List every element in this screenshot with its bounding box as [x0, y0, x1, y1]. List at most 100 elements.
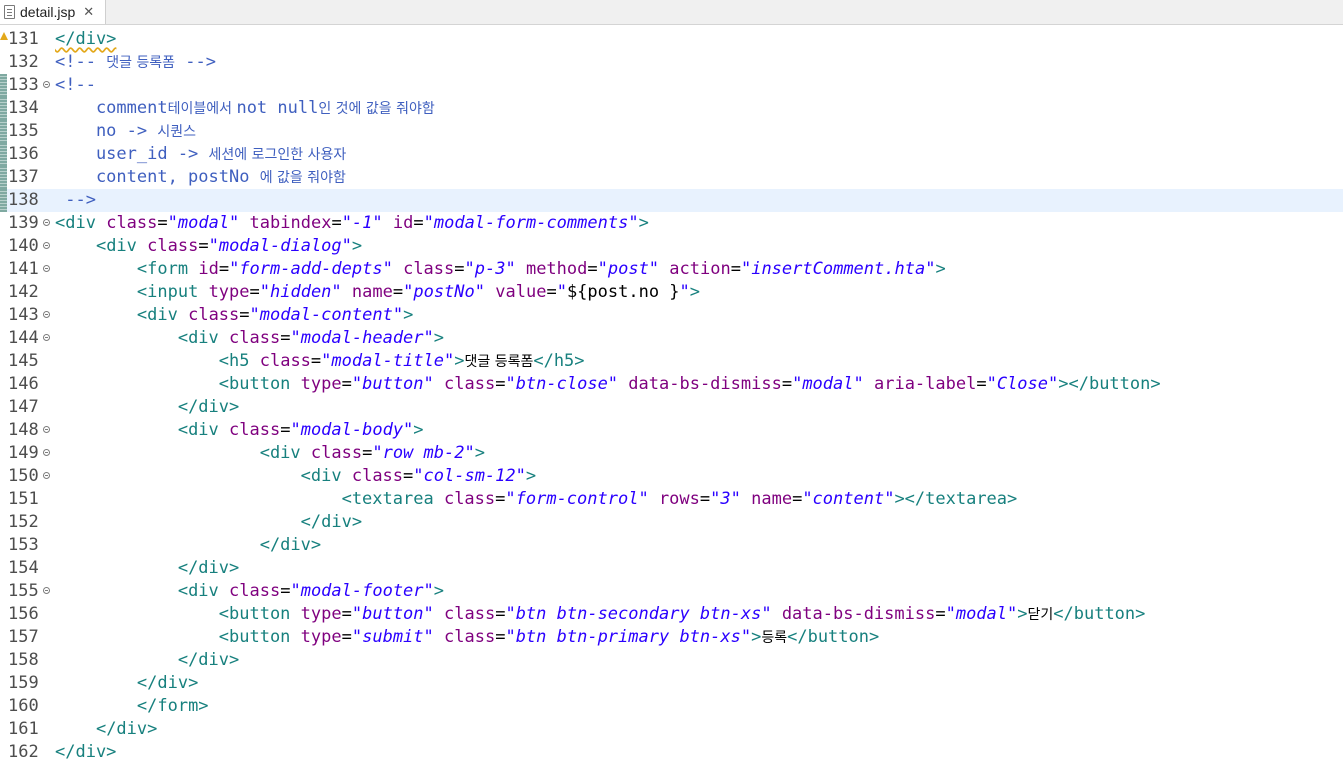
warning-icon[interactable]	[0, 32, 8, 40]
line-number: 145	[8, 351, 39, 371]
code-line[interactable]: 162 </div>	[0, 741, 1343, 764]
code-line[interactable]: 161 </div>	[0, 718, 1343, 741]
gutter	[0, 396, 7, 419]
code-text[interactable]: <div class="modal-header">	[55, 327, 444, 350]
code-line[interactable]: 152 </div>	[0, 511, 1343, 534]
code-text[interactable]: <!-- 댓글 등록폼 -->	[55, 51, 216, 74]
code-text[interactable]: <textarea class="form-control" rows="3" …	[55, 488, 1018, 511]
fold-toggle-icon[interactable]	[43, 587, 50, 594]
code-text[interactable]: <div class="col-sm-12">	[55, 465, 536, 488]
code-text[interactable]: <form id="form-add-depts" class="p-3" me…	[55, 258, 946, 281]
code-line[interactable]: 135 no -> 시퀀스	[0, 120, 1343, 143]
line-number: 142	[8, 282, 39, 302]
code-line[interactable]: 144 <div class="modal-header">	[0, 327, 1343, 350]
code-line[interactable]: 134 comment테이블에서 not null인 것에 값을 줘야함	[0, 97, 1343, 120]
fold-toggle-icon[interactable]	[43, 242, 50, 249]
code-text[interactable]: content, postNo 에 값을 줘야함	[55, 166, 346, 189]
code-text[interactable]: <button type="button" class="btn btn-sec…	[55, 603, 1146, 626]
gutter	[0, 419, 7, 442]
code-text[interactable]: <!--	[55, 74, 96, 97]
line-number: 135	[8, 121, 39, 141]
file-icon	[4, 5, 15, 19]
code-text[interactable]: <div class="modal-footer">	[55, 580, 444, 603]
code-line[interactable]: 153 </div>	[0, 534, 1343, 557]
code-line[interactable]: 156 <button type="button" class="btn btn…	[0, 603, 1343, 626]
fold-toggle-icon[interactable]	[43, 449, 50, 456]
code-text[interactable]: </div>	[55, 672, 198, 695]
change-marker	[0, 97, 7, 120]
code-line[interactable]: 159 </div>	[0, 672, 1343, 695]
line-number: 140	[8, 236, 39, 256]
code-text[interactable]: </form>	[55, 695, 209, 718]
line-number: 146	[8, 374, 39, 394]
code-text[interactable]: </div>	[55, 396, 239, 419]
fold-toggle-icon[interactable]	[43, 426, 50, 433]
code-line[interactable]: 157 <button type="submit" class="btn btn…	[0, 626, 1343, 649]
code-line[interactable]: 160 </form>	[0, 695, 1343, 718]
code-text[interactable]: user_id -> 세션에 로그인한 사용자	[55, 143, 346, 166]
code-text[interactable]: <div class="modal" tabindex="-1" id="mod…	[55, 212, 649, 235]
code-text[interactable]: </div>	[55, 741, 116, 764]
line-number: 151	[8, 489, 39, 509]
code-text[interactable]: </div>	[55, 718, 157, 741]
gutter	[0, 258, 7, 281]
line-number: 148	[8, 420, 39, 440]
code-text[interactable]: -->	[55, 189, 96, 212]
code-line[interactable]: 141 <form id="form-add-depts" class="p-3…	[0, 258, 1343, 281]
code-line[interactable]: 137 content, postNo 에 값을 줘야함	[0, 166, 1343, 189]
code-text[interactable]: <button type="submit" class="btn btn-pri…	[55, 626, 879, 649]
code-line[interactable]: 138 -->	[0, 189, 1343, 212]
code-line[interactable]: 131 </div>	[0, 28, 1343, 51]
code-line[interactable]: 145 <h5 class="modal-title">댓글 등록폼</h5>	[0, 350, 1343, 373]
code-text[interactable]: </div>	[55, 557, 239, 580]
line-number: 150	[8, 466, 39, 486]
fold-toggle-icon[interactable]	[43, 472, 50, 479]
gutter	[0, 327, 7, 350]
fold-toggle-icon[interactable]	[43, 219, 50, 226]
code-line[interactable]: 150 <div class="col-sm-12">	[0, 465, 1343, 488]
code-line[interactable]: 147 </div>	[0, 396, 1343, 419]
code-editor[interactable]: 131 </div> 132 <!-- 댓글 등록폼 --> 133 <!-- 134 co…	[0, 28, 1343, 763]
code-line[interactable]: 133 <!--	[0, 74, 1343, 97]
code-line[interactable]: 149 <div class="row mb-2">	[0, 442, 1343, 465]
code-line[interactable]: 148 <div class="modal-body">	[0, 419, 1343, 442]
code-text[interactable]: <div class="modal-dialog">	[55, 235, 362, 258]
fold-toggle-icon[interactable]	[43, 265, 50, 272]
code-text[interactable]: <div class="modal-body">	[55, 419, 424, 442]
code-text[interactable]: <input type="hidden" name="postNo" value…	[55, 281, 700, 304]
code-line[interactable]: 143 <div class="modal-content">	[0, 304, 1343, 327]
gutter	[0, 488, 7, 511]
code-text[interactable]: no -> 시퀀스	[55, 120, 196, 143]
fold-toggle-icon[interactable]	[43, 311, 50, 318]
code-text[interactable]: <h5 class="modal-title">댓글 등록폼</h5>	[55, 350, 585, 373]
code-line[interactable]: 142 <input type="hidden" name="postNo" v…	[0, 281, 1343, 304]
code-text[interactable]: </div>	[55, 534, 321, 557]
tab-detail-jsp[interactable]: detail.jsp ✕	[0, 0, 106, 24]
change-marker	[0, 166, 7, 189]
change-marker	[0, 74, 7, 97]
code-line[interactable]: 139 <div class="modal" tabindex="-1" id="…	[0, 212, 1343, 235]
code-line[interactable]: 154 </div>	[0, 557, 1343, 580]
line-number: 155	[8, 581, 39, 601]
code-text[interactable]: </div>	[55, 28, 116, 51]
code-text[interactable]: </div>	[55, 649, 239, 672]
code-text[interactable]: </div>	[55, 511, 362, 534]
code-line[interactable]: 151 <textarea class="form-control" rows=…	[0, 488, 1343, 511]
fold-toggle-icon[interactable]	[43, 81, 50, 88]
code-text[interactable]: <button type="button" class="btn-close" …	[55, 373, 1161, 396]
fold-toggle-icon[interactable]	[43, 334, 50, 341]
code-line[interactable]: 146 <button type="button" class="btn-clo…	[0, 373, 1343, 396]
line-number: 141	[8, 259, 39, 279]
close-icon[interactable]: ✕	[83, 5, 94, 20]
code-line[interactable]: 132 <!-- 댓글 등록폼 -->	[0, 51, 1343, 74]
code-text[interactable]: comment테이블에서 not null인 것에 값을 줘야함	[55, 97, 435, 120]
code-line[interactable]: 155 <div class="modal-footer">	[0, 580, 1343, 603]
code-line[interactable]: 158 </div>	[0, 649, 1343, 672]
gutter	[0, 212, 7, 235]
code-text[interactable]: <div class="modal-content">	[55, 304, 413, 327]
gutter	[0, 649, 7, 672]
line-number: 137	[8, 167, 39, 187]
code-line[interactable]: 136 user_id -> 세션에 로그인한 사용자	[0, 143, 1343, 166]
code-text[interactable]: <div class="row mb-2">	[55, 442, 485, 465]
code-line[interactable]: 140 <div class="modal-dialog">	[0, 235, 1343, 258]
